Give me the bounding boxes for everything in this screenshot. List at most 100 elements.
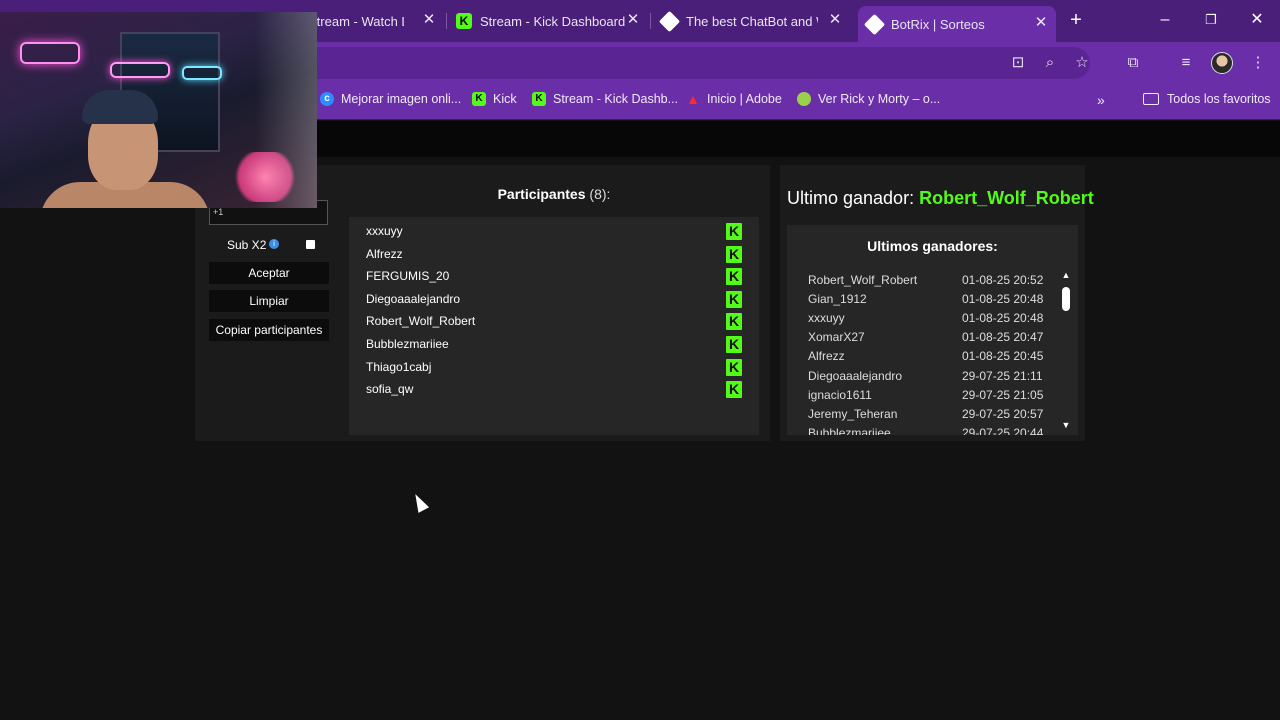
bookmark-adobe[interactable]: ▲ Inicio | Adobe [686, 92, 782, 106]
participant-row: Diegoaaalejandro K [366, 289, 742, 309]
scroll-thumb[interactable] [1062, 287, 1070, 311]
kick-icon: K [532, 92, 546, 106]
sub-x2-option: Sub X2 i [209, 236, 329, 254]
participants-title: Participantes [497, 186, 586, 202]
history-scrollbar[interactable]: ▲ ▼ [1060, 270, 1072, 432]
tab-kick-dashboard[interactable]: K Stream - Kick Dashboard ✕ [456, 6, 648, 36]
history-winner-name: Robert_Wolf_Robert [808, 273, 918, 287]
kick-icon: K [726, 245, 742, 263]
bookmark-rick-morty[interactable]: Ver Rick y Morty – o... [797, 92, 940, 106]
tab-label: BotRix | Sorteos [891, 16, 985, 32]
participant-name: xxxuyy [366, 224, 403, 238]
participant-row: FERGUMIS_20 K [366, 266, 742, 286]
tab-label: Stream - Kick Dashboard [480, 13, 626, 29]
botrix-icon [658, 10, 681, 32]
neon-sign [182, 66, 222, 80]
more-bookmarks-icon[interactable]: » [1097, 92, 1105, 108]
history-winner-date: 29-07-25 20:57 [962, 406, 1044, 421]
history-row: Robert_Wolf_Robert 01-08-25 20:52 [808, 273, 1048, 291]
scroll-down-icon[interactable]: ▼ [1060, 420, 1072, 430]
participant-name: sofia_qw [366, 382, 414, 397]
star-icon[interactable]: ☆ [1072, 53, 1092, 73]
bookmark-label: Mejorar imagen onli... [341, 92, 462, 106]
restore-icon[interactable]: ❐ [1200, 10, 1222, 30]
tab-botrix-sorteos[interactable]: BotRix | Sorteos ✕ [858, 6, 1056, 42]
streamer-cap [82, 90, 158, 124]
history-row: Diegoaaalejandro 29-07-25 21:11 [808, 369, 1048, 387]
history-winner-date: 29-07-25 21:05 [962, 387, 1044, 402]
kick-icon: K [472, 92, 486, 106]
history-row: Bubblezmariiee 29-07-25 20:44 [808, 426, 1048, 435]
sub-x2-label: Sub X2 [227, 238, 267, 252]
tab-chatbot[interactable]: The best ChatBot and Wi ✕ [658, 6, 850, 36]
bookmark-kick[interactable]: K Kick [472, 92, 517, 106]
participant-name: Bubblezmariiee [366, 337, 449, 351]
tab-label: The best ChatBot and Wi [686, 13, 818, 29]
menu-icon[interactable]: ⋮ [1248, 53, 1268, 73]
minimize-icon[interactable]: – [1154, 10, 1176, 30]
bookmark-label: Stream - Kick Dashb... [553, 92, 679, 106]
history-winner-date: 29-07-25 21:11 [962, 368, 1043, 383]
new-tab-button[interactable]: + [1066, 10, 1086, 30]
participant-name: Alfrezz [366, 246, 403, 261]
webcam-overlay [0, 12, 317, 208]
media-control-icon[interactable]: ≡ [1176, 53, 1196, 73]
accept-button[interactable]: Aceptar [209, 262, 329, 284]
participant-row: Robert_Wolf_Robert K [366, 311, 742, 331]
history-winner-date: 01-08-25 20:47 [962, 330, 1044, 345]
history-winner-date: 01-08-25 20:48 [962, 311, 1044, 326]
close-icon[interactable]: ✕ [420, 11, 438, 29]
translate-icon[interactable]: ⊡ [1008, 53, 1028, 73]
history-row: Alfrezz 01-08-25 20:45 [808, 349, 1048, 367]
close-icon[interactable]: ✕ [624, 11, 642, 29]
mouse-cursor-icon [410, 491, 430, 513]
history-winner-date: 01-08-25 20:52 [962, 273, 1044, 287]
zoom-icon[interactable]: ⌕ [1040, 53, 1060, 73]
tab-stream-watch[interactable]: Stream - Watch Li ✕ [308, 6, 444, 36]
rick-icon [797, 92, 811, 106]
bookmark-label: Kick [493, 92, 517, 106]
sub-x2-checkbox[interactable] [306, 240, 315, 249]
tab-label: Stream - Watch Li [308, 13, 404, 29]
adobe-icon: ▲ [686, 91, 700, 107]
history-winner-date: 01-08-25 20:48 [962, 292, 1044, 307]
bookmark-mejorar-imagen[interactable]: c Mejorar imagen onli... [320, 92, 461, 106]
tab-separator [650, 13, 651, 29]
history-row: ignacio1611 29-07-25 21:05 [808, 388, 1048, 406]
bookmark-kick-dashboard[interactable]: K Stream - Kick Dashb... [532, 92, 678, 106]
address-bar[interactable] [300, 47, 1090, 79]
participant-name: FERGUMIS_20 [366, 269, 450, 284]
kick-icon: K [726, 336, 742, 353]
participant-name: Robert_Wolf_Robert [366, 314, 476, 329]
history-winner-name: Bubblezmariiee [808, 425, 891, 435]
kick-icon: K [726, 358, 742, 376]
history-winner-date: 29-07-25 20:44 [962, 425, 1044, 435]
history-row: xxxuyy 01-08-25 20:48 [808, 311, 1048, 329]
last-winner-name: Robert_Wolf_Robert [919, 188, 1094, 208]
bookmark-label: Inicio | Adobe [707, 92, 782, 106]
participants-list: xxxuyy K Alfrezz K FERGUMIS_20 K Diegoaaalejan… [349, 217, 759, 435]
extensions-icon[interactable]: ⧉ [1123, 53, 1143, 73]
winners-history-title: Ultimos ganadores: [867, 238, 998, 254]
kick-icon: K [726, 268, 742, 286]
winners-history[interactable]: Ultimos ganadores: Robert_Wolf_Robert 01-… [787, 225, 1078, 435]
neon-sign [20, 42, 80, 64]
bookmark-label: Ver Rick y Morty – o... [818, 92, 941, 106]
scroll-up-icon[interactable]: ▲ [1060, 270, 1072, 280]
history-winner-name: Jeremy_Teheran [808, 406, 898, 421]
all-bookmarks-folder[interactable]: Todos los favoritos [1143, 92, 1271, 106]
close-icon[interactable]: ✕ [826, 11, 844, 29]
clear-button[interactable]: Limpiar [209, 290, 329, 312]
kick-icon: K [726, 223, 742, 240]
copy-participants-button[interactable]: Copiar participantes [209, 319, 329, 341]
participant-name: Diegoaaalejandro [366, 291, 461, 306]
history-row: XomarX27 01-08-25 20:47 [808, 330, 1048, 348]
kick-icon: K [726, 381, 742, 399]
window-close-icon[interactable]: ✕ [1246, 10, 1268, 30]
close-icon[interactable]: ✕ [1032, 14, 1050, 32]
history-winner-name: Gian_1912 [808, 292, 867, 307]
profile-avatar[interactable] [1211, 52, 1233, 74]
info-icon[interactable]: i [269, 239, 279, 249]
last-winner: Ultimo ganador: Robert_Wolf_Robert [787, 188, 1094, 209]
participant-row: xxxuyy K [366, 221, 742, 241]
